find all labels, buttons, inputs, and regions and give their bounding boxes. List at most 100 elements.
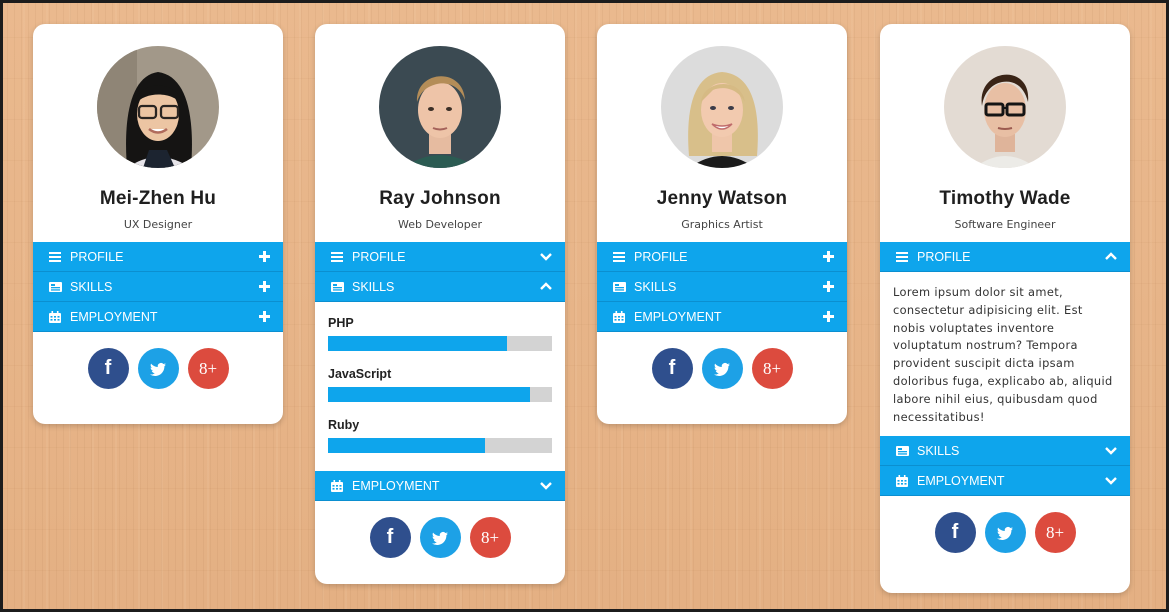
accordion-employment[interactable]: EMPLOYMENT <box>33 302 283 332</box>
accordion-label: EMPLOYMENT <box>917 473 1005 488</box>
calendar-icon <box>48 310 62 323</box>
skill-bar <box>328 387 552 402</box>
googleplus-button[interactable]: 8+ <box>187 348 229 389</box>
avatar <box>379 46 501 168</box>
accordion-label: PROFILE <box>70 249 124 264</box>
googleplus-button[interactable]: 8+ <box>1034 512 1076 554</box>
accordion-skills[interactable]: SKILLS <box>33 272 283 302</box>
accordion-label: SKILLS <box>634 279 677 294</box>
skill-bar-fill <box>328 387 530 402</box>
twitter-button[interactable] <box>419 517 461 558</box>
profile-card-ray-johnson: Ray Johnson Web Developer PROFILE SKILLS… <box>315 24 565 584</box>
twitter-button[interactable] <box>984 512 1026 554</box>
calendar-icon <box>330 479 344 492</box>
id-card-icon <box>48 281 62 293</box>
chevron-down-icon <box>1104 444 1118 458</box>
accordion-label: PROFILE <box>634 249 688 264</box>
accordion-employment[interactable]: EMPLOYMENT <box>315 471 565 501</box>
accordion-skills[interactable]: SKILLS <box>597 272 847 302</box>
social-links: f 8+ <box>315 501 565 582</box>
accordion-profile[interactable]: PROFILE <box>33 242 283 272</box>
googleplus-button[interactable]: 8+ <box>751 348 793 389</box>
plus-icon <box>821 310 835 324</box>
facebook-icon: f <box>951 521 959 544</box>
facebook-button[interactable]: f <box>369 517 411 558</box>
accordion-profile[interactable]: PROFILE <box>315 242 565 272</box>
facebook-button[interactable]: f <box>934 512 976 554</box>
profile-card-mei-zhen-hu: Mei-Zhen Hu UX Designer PROFILE SKILLS E… <box>33 24 283 424</box>
accordion-profile[interactable]: PROFILE <box>880 242 1130 272</box>
id-card-icon <box>612 281 626 293</box>
twitter-icon <box>997 526 1013 540</box>
accordion-label: EMPLOYMENT <box>634 309 722 324</box>
avatar <box>944 46 1066 168</box>
googleplus-button[interactable]: 8+ <box>469 517 511 558</box>
avatar <box>661 46 783 168</box>
profile-panel-text: Lorem ipsum dolor sit amet, consectetur … <box>893 285 1113 424</box>
social-links: f 8+ <box>597 332 847 413</box>
person-name: Ray Johnson <box>379 188 501 209</box>
id-card-icon <box>895 445 909 457</box>
accordion-label: SKILLS <box>352 279 395 294</box>
person-role: UX Designer <box>123 218 193 231</box>
list-icon <box>48 251 62 263</box>
accordion-label: PROFILE <box>917 249 971 264</box>
googleplus-icon: 8+ <box>480 527 500 547</box>
twitter-button[interactable] <box>701 348 743 389</box>
twitter-icon <box>432 531 448 545</box>
plus-icon <box>257 310 271 324</box>
twitter-icon <box>714 362 730 376</box>
googleplus-icon: 8+ <box>1045 522 1065 542</box>
accordion-skills[interactable]: SKILLS <box>315 272 565 302</box>
accordion-label: SKILLS <box>917 443 960 458</box>
skill-bar <box>328 336 552 351</box>
id-card-icon <box>330 281 344 293</box>
calendar-icon <box>612 310 626 323</box>
accordion-profile[interactable]: PROFILE <box>597 242 847 272</box>
chevron-down-icon <box>1104 474 1118 488</box>
person-name: Timothy Wade <box>939 188 1071 209</box>
accordion-label: EMPLOYMENT <box>352 478 440 493</box>
twitter-icon <box>150 362 166 376</box>
person-name: Mei-Zhen Hu <box>99 188 217 209</box>
person-name: Jenny Watson <box>656 188 788 209</box>
list-icon <box>612 251 626 263</box>
twitter-button[interactable] <box>137 348 179 389</box>
chevron-down-icon <box>539 250 553 264</box>
skills-panel: PHP JavaScript Ruby <box>315 302 565 471</box>
skill-name: JavaScript <box>328 367 392 381</box>
plus-icon <box>821 280 835 294</box>
calendar-icon <box>895 474 909 487</box>
plus-icon <box>257 250 271 264</box>
plus-icon <box>821 250 835 264</box>
list-icon <box>330 251 344 263</box>
person-role: Graphics Artist <box>681 218 763 231</box>
social-links: f 8+ <box>33 332 283 413</box>
accordion-label: EMPLOYMENT <box>70 309 158 324</box>
facebook-button[interactable]: f <box>87 348 129 389</box>
profile-card-jenny-watson: Jenny Watson Graphics Artist PROFILE SKI… <box>597 24 847 424</box>
skill-bar <box>328 438 552 453</box>
chevron-up-icon <box>1104 250 1118 264</box>
person-role: Software Engineer <box>954 218 1056 231</box>
accordion-employment[interactable]: EMPLOYMENT <box>597 302 847 332</box>
facebook-button[interactable]: f <box>651 348 693 389</box>
person-role: Web Developer <box>397 218 483 231</box>
facebook-icon: f <box>668 357 676 379</box>
accordion-employment[interactable]: EMPLOYMENT <box>880 466 1130 497</box>
accordion-label: PROFILE <box>352 249 406 264</box>
skill-name: Ruby <box>328 418 360 432</box>
facebook-icon: f <box>104 357 112 379</box>
skill-bar-fill <box>328 336 508 351</box>
list-icon <box>895 251 909 263</box>
profile-card-timothy-wade: Timothy Wade Software Engineer PROFILE L… <box>880 24 1130 593</box>
social-links: f 8+ <box>880 496 1130 577</box>
facebook-icon: f <box>386 526 394 548</box>
skill-name: PHP <box>328 316 354 330</box>
accordion-label: SKILLS <box>70 279 113 294</box>
googleplus-icon: 8+ <box>198 358 218 378</box>
accordion-skills[interactable]: SKILLS <box>880 436 1130 467</box>
chevron-up-icon <box>539 280 553 294</box>
chevron-down-icon <box>539 479 553 493</box>
skill-bar-fill <box>328 438 485 453</box>
